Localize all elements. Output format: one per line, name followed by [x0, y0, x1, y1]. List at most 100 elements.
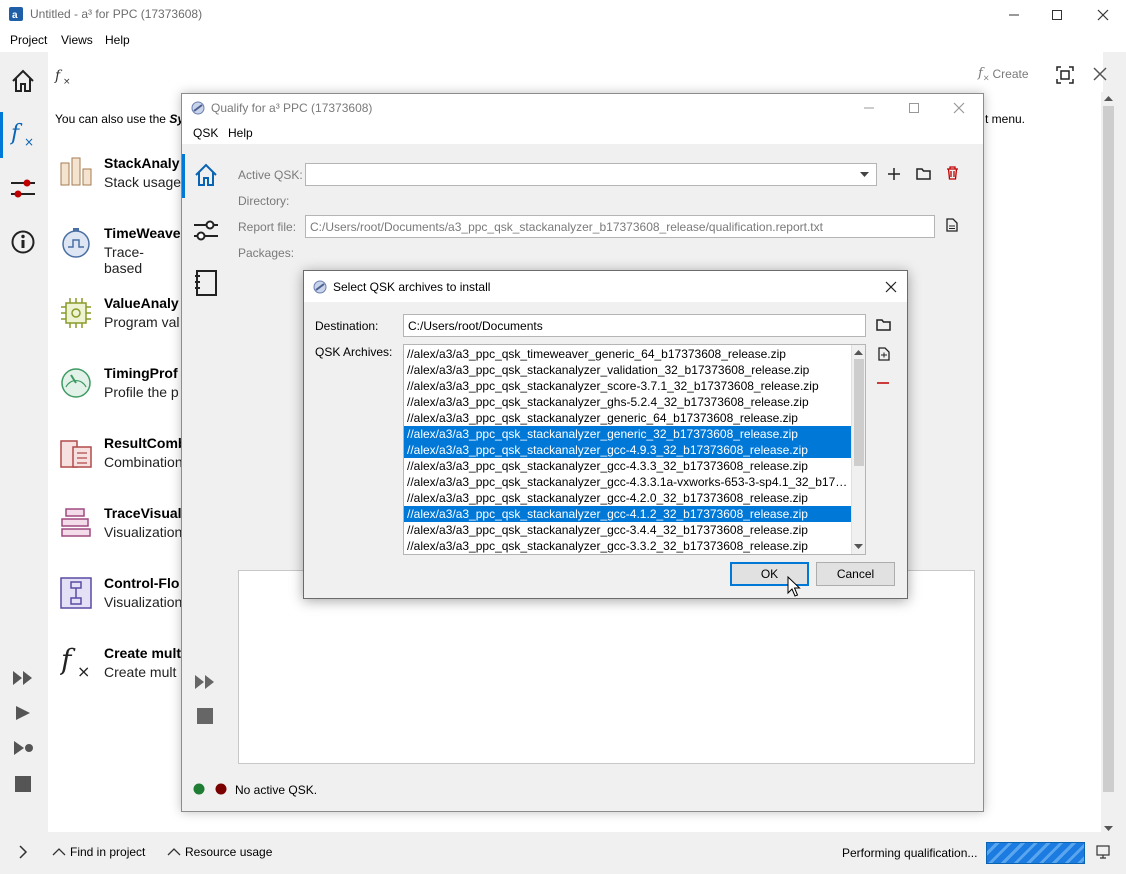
archive-item[interactable]: //alex/a3/a3_ppc_qsk_stackanalyzer_score… — [404, 378, 851, 394]
close-panel-icon[interactable] — [1093, 67, 1107, 81]
archive-item[interactable]: //alex/a3/a3_ppc_qsk_stackanalyzer_gcc-4… — [404, 442, 851, 458]
notebook-icon[interactable] — [194, 270, 218, 296]
add-icon[interactable] — [887, 167, 901, 181]
menu-help[interactable]: Help — [105, 33, 130, 47]
fast-forward-icon[interactable] — [12, 670, 34, 686]
destination-field[interactable]: C:/Users/root/Documents — [403, 314, 866, 337]
archive-item[interactable]: //alex/a3/a3_ppc_qsk_stackanalyzer_valid… — [404, 362, 851, 378]
archives-scrollbar[interactable] — [851, 345, 865, 554]
main-scrollbar[interactable] — [1101, 92, 1116, 836]
menu-qsk[interactable]: QSK — [193, 126, 218, 140]
monitor-icon[interactable] — [1096, 845, 1110, 859]
archive-item[interactable]: //alex/a3/a3_ppc_qsk_stackanalyzer_gcc-4… — [404, 490, 851, 506]
fullscreen-icon[interactable] — [1056, 66, 1074, 84]
close-button[interactable] — [1080, 0, 1126, 30]
home-icon[interactable] — [193, 162, 219, 188]
archive-item[interactable]: //alex/a3/a3_ppc_qsk_stackanalyzer_gcc-3… — [404, 522, 851, 538]
qualify-maximize-button[interactable] — [891, 94, 937, 122]
status-green-dot — [193, 783, 205, 795]
tool-timingprofiler[interactable]: TimingProf Profile the p — [48, 357, 182, 417]
tool-timeweaver[interactable]: TimeWeave Trace-based — [48, 217, 182, 277]
gauge-icon — [61, 368, 91, 398]
svg-text:f: f — [60, 643, 76, 676]
tool-name: Control-Flo — [104, 575, 180, 591]
dialog-close-icon[interactable] — [885, 281, 897, 293]
fast-forward-icon[interactable] — [194, 674, 216, 690]
file-icon[interactable] — [946, 218, 958, 232]
tool-name: ResultComb — [104, 435, 187, 451]
chevron-right-icon[interactable] — [18, 845, 28, 859]
archive-item[interactable]: //alex/a3/a3_ppc_qsk_stackanalyzer_gcc-4… — [404, 458, 851, 474]
report-file-field[interactable]: C:/Users/root/Documents/a3_ppc_qsk_stack… — [305, 215, 935, 238]
sliders-icon[interactable] — [10, 176, 36, 200]
resource-usage-button[interactable]: Resource usage — [167, 845, 272, 859]
archive-item[interactable]: //alex/a3/a3_ppc_qsk_timeweaver_generic_… — [404, 346, 851, 362]
status-bar: Find in project Resource usage Performin… — [0, 832, 1126, 874]
log-output-panel — [238, 570, 975, 764]
tool-controlflow[interactable]: Control-Flo Visualization — [48, 567, 182, 627]
progress-bar — [986, 842, 1085, 864]
tool-name: Create mult — [104, 645, 182, 661]
sliders-icon[interactable] — [193, 218, 219, 242]
menu-qualify-help[interactable]: Help — [228, 126, 253, 140]
chip-icon — [61, 298, 91, 328]
tool-valueanalyzer[interactable]: ValueAnaly Program val — [48, 287, 182, 347]
tool-name: ValueAnaly — [104, 295, 179, 311]
minimize-button[interactable] — [991, 0, 1037, 30]
scroll-up-icon[interactable] — [1104, 95, 1113, 101]
report-file-label: Report file: — [238, 220, 297, 234]
tool-tracevisualizer[interactable]: TraceVisual Visualization — [48, 497, 182, 557]
stop-icon[interactable] — [14, 775, 32, 793]
archives-list[interactable]: //alex/a3/a3_ppc_qsk_timeweaver_generic_… — [403, 344, 866, 555]
tool-desc: Stack usage — [104, 174, 182, 190]
directory-label: Directory: — [238, 194, 290, 208]
archive-item[interactable]: //alex/a3/a3_ppc_qsk_stackanalyzer_gener… — [404, 410, 851, 426]
scroll-up-icon[interactable] — [854, 349, 863, 355]
qualify-minimize-button[interactable] — [846, 94, 892, 122]
play-icon[interactable] — [14, 705, 32, 721]
archive-item[interactable]: //alex/a3/a3_ppc_qsk_stackanalyzer_gcc-4… — [404, 474, 851, 490]
find-in-project-label: Find in project — [70, 845, 146, 859]
chevron-down-icon — [860, 172, 869, 177]
delete-icon[interactable] — [946, 166, 959, 180]
close-icon — [953, 102, 965, 114]
create-label: Create — [992, 67, 1029, 82]
info-icon[interactable] — [11, 230, 35, 254]
fx-icon[interactable]: f × — [10, 120, 38, 150]
folder-icon[interactable] — [916, 167, 931, 180]
tool-resultcombiner[interactable]: ResultComb Combination — [48, 427, 186, 487]
folder-icon[interactable] — [876, 318, 891, 331]
dialog-title: Select QSK archives to install — [333, 280, 491, 294]
tool-stackanalyzer[interactable]: StackAnaly Stack usage — [48, 147, 182, 207]
svg-text:×: × — [63, 77, 71, 86]
qualify-close-button[interactable] — [936, 94, 982, 122]
archive-item[interactable]: //alex/a3/a3_ppc_qsk_stackanalyzer_gcc-4… — [404, 506, 851, 522]
find-in-project-button[interactable]: Find in project — [52, 845, 145, 859]
active-qsk-select[interactable] — [305, 163, 877, 186]
scroll-down-icon[interactable] — [854, 544, 863, 550]
active-qsk-label: Active QSK: — [238, 168, 303, 182]
maximize-button[interactable] — [1034, 0, 1080, 30]
minimize-icon — [1009, 14, 1019, 16]
archives-scroll-thumb[interactable] — [854, 359, 864, 466]
maximize-icon — [909, 103, 919, 113]
archive-item[interactable]: //alex/a3/a3_ppc_qsk_stackanalyzer_ghs-5… — [404, 394, 851, 410]
create-button[interactable]: f× Create — [978, 66, 1029, 83]
menu-views[interactable]: Views — [61, 33, 93, 47]
tool-desc: Combination — [104, 454, 183, 470]
scroll-thumb[interactable] — [1103, 106, 1114, 792]
archive-item[interactable]: //alex/a3/a3_ppc_qsk_stackanalyzer_gcc-3… — [404, 538, 851, 554]
fx-icon: f × — [60, 643, 90, 681]
add-file-icon[interactable] — [878, 347, 890, 361]
app-logo-icon: a — [9, 7, 23, 21]
window-title: Untitled - a³ for PPC (17373608) — [30, 7, 203, 21]
stop-icon[interactable] — [196, 707, 214, 725]
trace-visual-icon — [61, 508, 91, 537]
tool-create-multiple[interactable]: f × Create mult Create mult — [48, 637, 182, 697]
run-step-icon[interactable] — [13, 740, 35, 756]
archive-item[interactable]: //alex/a3/a3_ppc_qsk_stackanalyzer_gener… — [404, 426, 851, 442]
remove-icon[interactable] — [876, 380, 890, 386]
home-icon[interactable] — [10, 68, 36, 94]
cancel-button[interactable]: Cancel — [816, 562, 895, 586]
menu-project[interactable]: Project — [10, 33, 47, 47]
